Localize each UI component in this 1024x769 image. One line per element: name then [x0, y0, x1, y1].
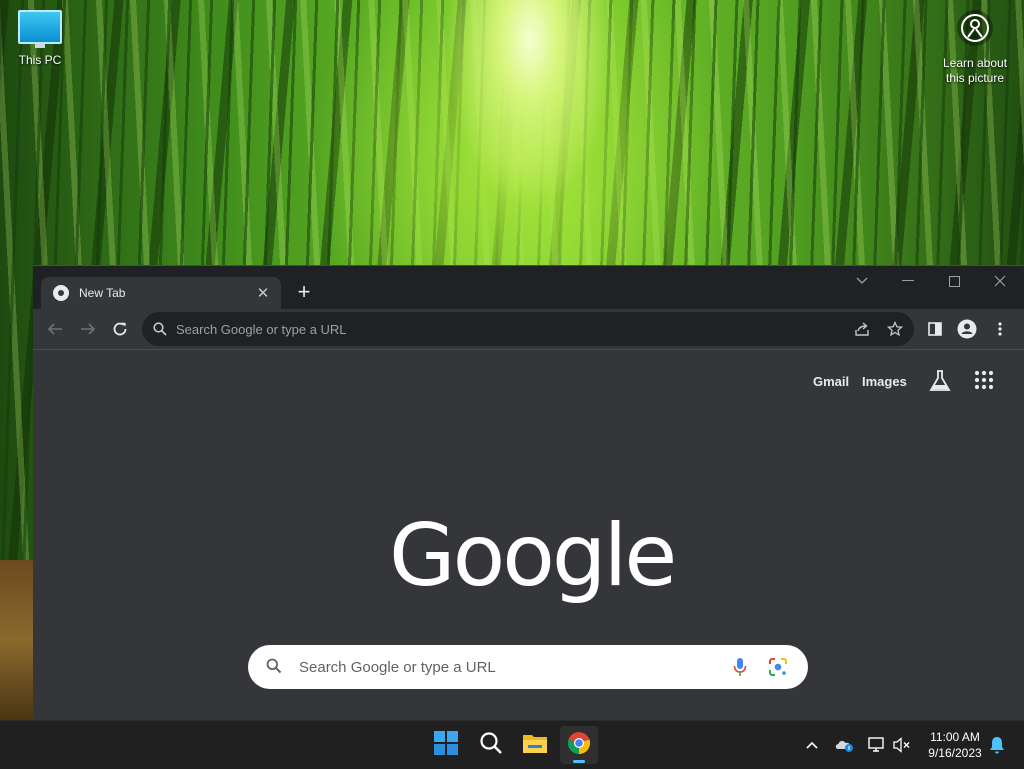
share-icon[interactable] [854, 321, 870, 342]
ntp-search-box[interactable]: Search Google or type a URL [248, 645, 808, 689]
taskbar-search-button[interactable] [472, 726, 510, 764]
new-tab-button[interactable]: + [291, 279, 317, 305]
browser-window: New Tab ✕ + Search Google or type a URL … [33, 265, 1024, 721]
monitor-icon [18, 10, 62, 48]
close-window-button[interactable] [977, 266, 1023, 296]
desktop-icon-label: Learn about this picture [940, 56, 1010, 86]
address-bar[interactable]: Search Google or type a URL [142, 312, 914, 346]
onedrive-cloud-icon[interactable] [834, 735, 854, 755]
profile-avatar-icon[interactable] [953, 315, 981, 343]
search-icon [479, 731, 503, 760]
chrome-icon [53, 285, 69, 301]
network-icon[interactable] [867, 735, 887, 755]
gmail-link[interactable]: Gmail [813, 374, 849, 389]
system-clock[interactable]: 11:00 AM 9/16/2023 [920, 729, 990, 761]
desktop-icon-this-pc[interactable]: This PC [12, 10, 68, 67]
google-lens-icon[interactable] [768, 657, 788, 682]
tab-title: New Tab [79, 286, 126, 300]
labs-flask-icon[interactable] [927, 368, 953, 394]
minimize-button[interactable] [885, 266, 931, 296]
learn-label-line2: this picture [945, 71, 1005, 85]
voice-search-mic-icon[interactable] [732, 657, 748, 682]
side-panel-icon[interactable] [921, 315, 949, 343]
tab-new-tab[interactable]: New Tab ✕ [41, 277, 281, 309]
show-hidden-icons-chevron-icon[interactable] [802, 735, 822, 755]
learn-about-picture-icon [957, 10, 993, 46]
back-icon[interactable] [41, 315, 69, 343]
chrome-icon [567, 731, 591, 760]
start-button[interactable] [427, 726, 465, 764]
chrome-taskbar-button[interactable] [560, 726, 598, 764]
notification-bell-icon[interactable] [987, 735, 1007, 755]
clock-time: 11:00 AM [930, 730, 980, 744]
browser-toolbar: Search Google or type a URL [33, 309, 1024, 350]
google-apps-grid-icon[interactable] [974, 370, 1000, 396]
wallpaper-detail [0, 560, 34, 720]
browser-titlebar[interactable]: New Tab ✕ + [33, 266, 1024, 309]
search-icon [266, 658, 282, 679]
bookmark-star-icon[interactable] [886, 320, 904, 342]
desktop-icon-label: This PC [18, 53, 62, 67]
ntp-search-placeholder: Search Google or type a URL [299, 659, 496, 676]
desktop-icon-learn-about-picture[interactable]: Learn about this picture [940, 10, 1010, 86]
forward-icon[interactable] [74, 315, 102, 343]
learn-label-line1: Learn about [942, 56, 1008, 70]
start-icon [434, 730, 458, 760]
clock-date: 9/16/2023 [928, 746, 982, 760]
taskbar: 11:00 AM 9/16/2023 [0, 720, 1024, 769]
menu-kebab-icon[interactable] [986, 315, 1014, 343]
file-explorer-icon [522, 732, 548, 759]
search-icon [153, 322, 167, 341]
file-explorer-button[interactable] [516, 726, 554, 764]
address-bar-placeholder: Search Google or type a URL [176, 322, 347, 337]
active-app-indicator [573, 760, 585, 763]
reload-icon[interactable] [106, 315, 134, 343]
volume-muted-icon[interactable] [892, 735, 912, 755]
images-link[interactable]: Images [862, 374, 907, 389]
maximize-button[interactable] [931, 266, 977, 296]
google-logo: Google [389, 506, 677, 606]
close-tab-icon[interactable]: ✕ [253, 283, 273, 303]
tab-search-icon[interactable] [839, 266, 885, 296]
